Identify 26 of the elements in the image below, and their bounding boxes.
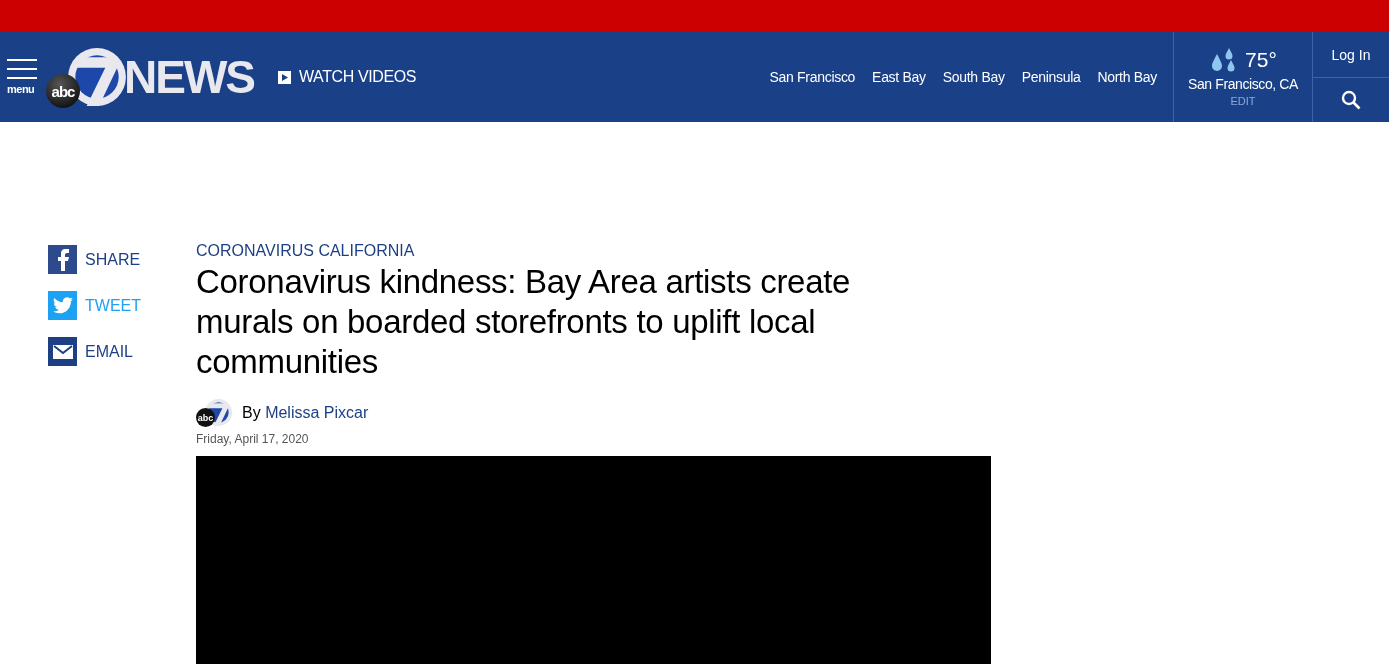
temperature: 75° bbox=[1245, 47, 1277, 72]
play-icon bbox=[278, 70, 291, 84]
search-icon bbox=[1341, 90, 1361, 110]
menu-button[interactable]: menu bbox=[0, 59, 44, 95]
share-link[interactable]: SHARE bbox=[48, 245, 196, 274]
region-link[interactable]: San Francisco bbox=[769, 69, 856, 85]
edit-location-link[interactable]: EDIT bbox=[1230, 94, 1256, 107]
weather-widget[interactable]: 75° San Francisco, CA EDIT bbox=[1173, 32, 1312, 122]
facebook-icon bbox=[48, 245, 77, 274]
region-link[interactable]: Peninsula bbox=[1021, 69, 1081, 85]
site-logo[interactable]: abc NEWS bbox=[46, 32, 254, 122]
weather-location: San Francisco, CA bbox=[1188, 75, 1298, 92]
region-link[interactable]: South Bay bbox=[942, 69, 1005, 85]
twitter-icon bbox=[48, 291, 77, 320]
headline: Coronavirus kindness: Bay Area artists create murals on boarded storefronts to uplift local communities bbox=[196, 262, 852, 382]
author-link[interactable]: Melissa Pixcar bbox=[265, 404, 369, 421]
email-icon bbox=[48, 337, 77, 366]
share-link[interactable]: EMAIL bbox=[48, 337, 196, 366]
login-link[interactable]: Log In bbox=[1313, 32, 1389, 78]
region-link[interactable]: North Bay bbox=[1097, 69, 1157, 85]
menu-icon bbox=[7, 59, 37, 79]
region-link[interactable]: East Bay bbox=[872, 69, 926, 85]
publish-date: Friday, April 17, 2020 bbox=[196, 432, 310, 446]
watch-videos-link[interactable]: WATCH VIDEOS bbox=[278, 68, 416, 86]
category-link[interactable]: CORONAVIRUS CALIFORNIA bbox=[196, 242, 991, 260]
byline: By Melissa Pixcar bbox=[242, 404, 369, 422]
